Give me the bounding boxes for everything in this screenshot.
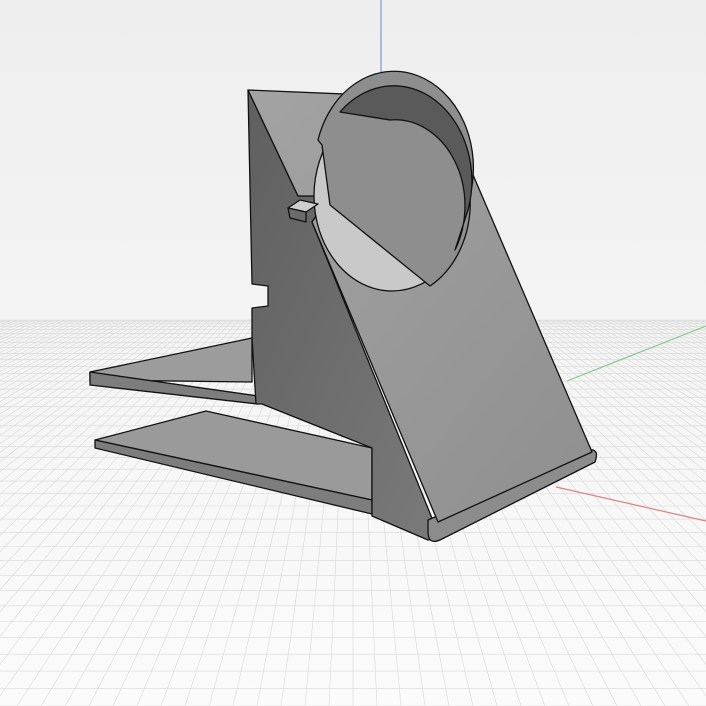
- 3d-viewport[interactable]: [0, 0, 706, 706]
- scene-canvas[interactable]: [0, 0, 706, 706]
